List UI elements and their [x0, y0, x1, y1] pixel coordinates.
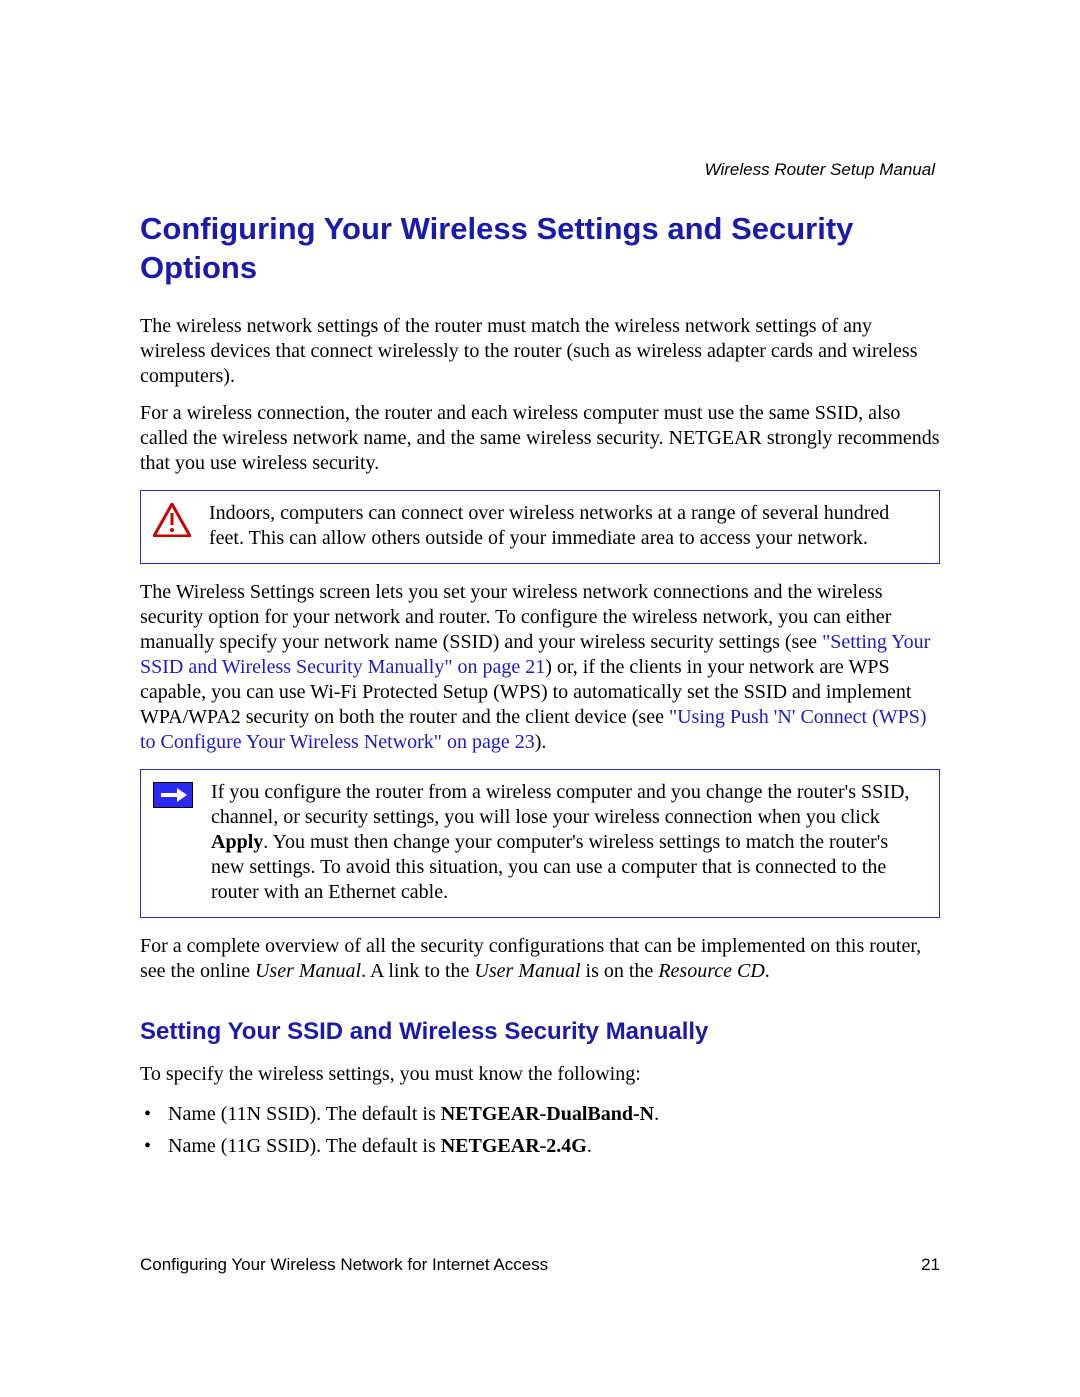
- note-callout: If you configure the router from a wirel…: [140, 769, 940, 918]
- note-text-bold: Apply: [211, 831, 263, 853]
- note-arrow-icon: [153, 782, 193, 808]
- footer-page-number: 21: [921, 1255, 940, 1275]
- overview-i2: User Manual: [474, 960, 580, 982]
- overview-c: is on the: [581, 960, 659, 982]
- bullet2-a: Name (11G SSID). The default is: [168, 1135, 441, 1157]
- note-text-a: If you configure the router from a wirel…: [211, 781, 909, 828]
- bullet1-bold: NETGEAR-DualBand-N: [441, 1103, 654, 1125]
- footer-chapter: Configuring Your Wireless Network for In…: [140, 1255, 548, 1275]
- config-text-c: ).: [535, 731, 547, 753]
- intro-para-1: The wireless network settings of the rou…: [140, 314, 940, 389]
- warning-text: Indoors, computers can connect over wire…: [209, 501, 923, 551]
- note-text-b: . You must then change your computer's w…: [211, 831, 888, 903]
- list-item: Name (11N SSID). The default is NETGEAR-…: [140, 1099, 940, 1129]
- bullet1-a: Name (11N SSID). The default is: [168, 1103, 441, 1125]
- overview-b: . A link to the: [361, 960, 474, 982]
- note-text: If you configure the router from a wirel…: [211, 780, 923, 905]
- config-text-a: The Wireless Settings screen lets you se…: [140, 581, 891, 653]
- page-title: Configuring Your Wireless Settings and S…: [140, 210, 940, 288]
- section-subtitle: Setting Your SSID and Wireless Security …: [140, 1018, 940, 1046]
- overview-i1: User Manual: [255, 960, 361, 982]
- bullet2-bold: NETGEAR-2.4G: [441, 1135, 587, 1157]
- page-content: Wireless Router Setup Manual Configuring…: [0, 0, 1080, 1263]
- bullet2-b: .: [587, 1135, 592, 1157]
- page-footer: Configuring Your Wireless Network for In…: [140, 1255, 940, 1275]
- ssid-bullet-list: Name (11N SSID). The default is NETGEAR-…: [140, 1099, 940, 1161]
- bullet1-b: .: [654, 1103, 659, 1125]
- intro-para-2: For a wireless connection, the router an…: [140, 401, 940, 476]
- overview-d: .: [765, 960, 770, 982]
- list-item: Name (11G SSID). The default is NETGEAR-…: [140, 1131, 940, 1161]
- config-para: The Wireless Settings screen lets you se…: [140, 580, 940, 755]
- overview-para: For a complete overview of all the secur…: [140, 934, 940, 984]
- specify-intro: To specify the wireless settings, you mu…: [140, 1062, 940, 1087]
- warning-icon: [153, 503, 191, 542]
- overview-i3: Resource CD: [658, 960, 764, 982]
- running-header: Wireless Router Setup Manual: [705, 160, 935, 180]
- warning-callout: Indoors, computers can connect over wire…: [140, 490, 940, 564]
